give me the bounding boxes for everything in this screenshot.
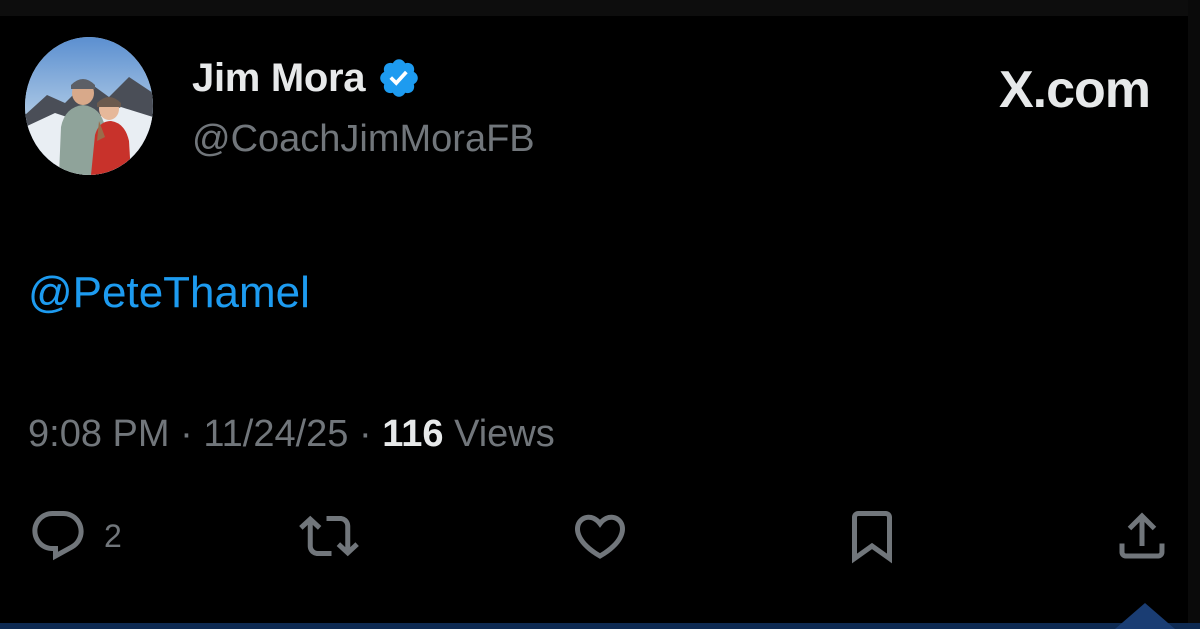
views-label: Views	[454, 413, 555, 455]
right-edge	[1188, 0, 1200, 629]
share-button[interactable]	[1112, 506, 1172, 566]
tweet-meta: 9:08 PM · 11/24/25 · 116 Views	[28, 410, 555, 458]
like-icon	[574, 514, 626, 559]
meta-separator: ·	[358, 413, 372, 455]
bookmark-icon	[852, 511, 892, 564]
author-name-row[interactable]: Jim Mora	[192, 54, 421, 102]
author-display-name[interactable]: Jim Mora	[192, 54, 366, 102]
bookmark-button[interactable]	[842, 506, 902, 566]
views-count: 116	[382, 413, 444, 455]
bottom-notch	[1115, 603, 1175, 629]
reply-icon	[32, 511, 84, 561]
verified-badge-icon	[380, 59, 419, 97]
retweet-button[interactable]	[296, 506, 362, 566]
tweet-date[interactable]: 11/24/25	[203, 413, 348, 455]
reply-button[interactable]: 2	[28, 506, 122, 566]
share-icon	[1119, 512, 1165, 559]
author-handle[interactable]: @CoachJimMoraFB	[192, 115, 535, 163]
retweet-icon	[299, 515, 359, 557]
bottom-band	[0, 623, 1200, 629]
brand-label: X.com	[998, 61, 1151, 119]
reply-count: 2	[104, 518, 122, 554]
avatar[interactable]	[25, 37, 153, 175]
meta-separator: ·	[180, 413, 193, 455]
like-button[interactable]	[570, 506, 630, 566]
mention-link[interactable]: @PeteThamel	[28, 265, 310, 321]
top-strip	[0, 0, 1200, 16]
tweet-time[interactable]: 9:08 PM	[28, 413, 170, 455]
